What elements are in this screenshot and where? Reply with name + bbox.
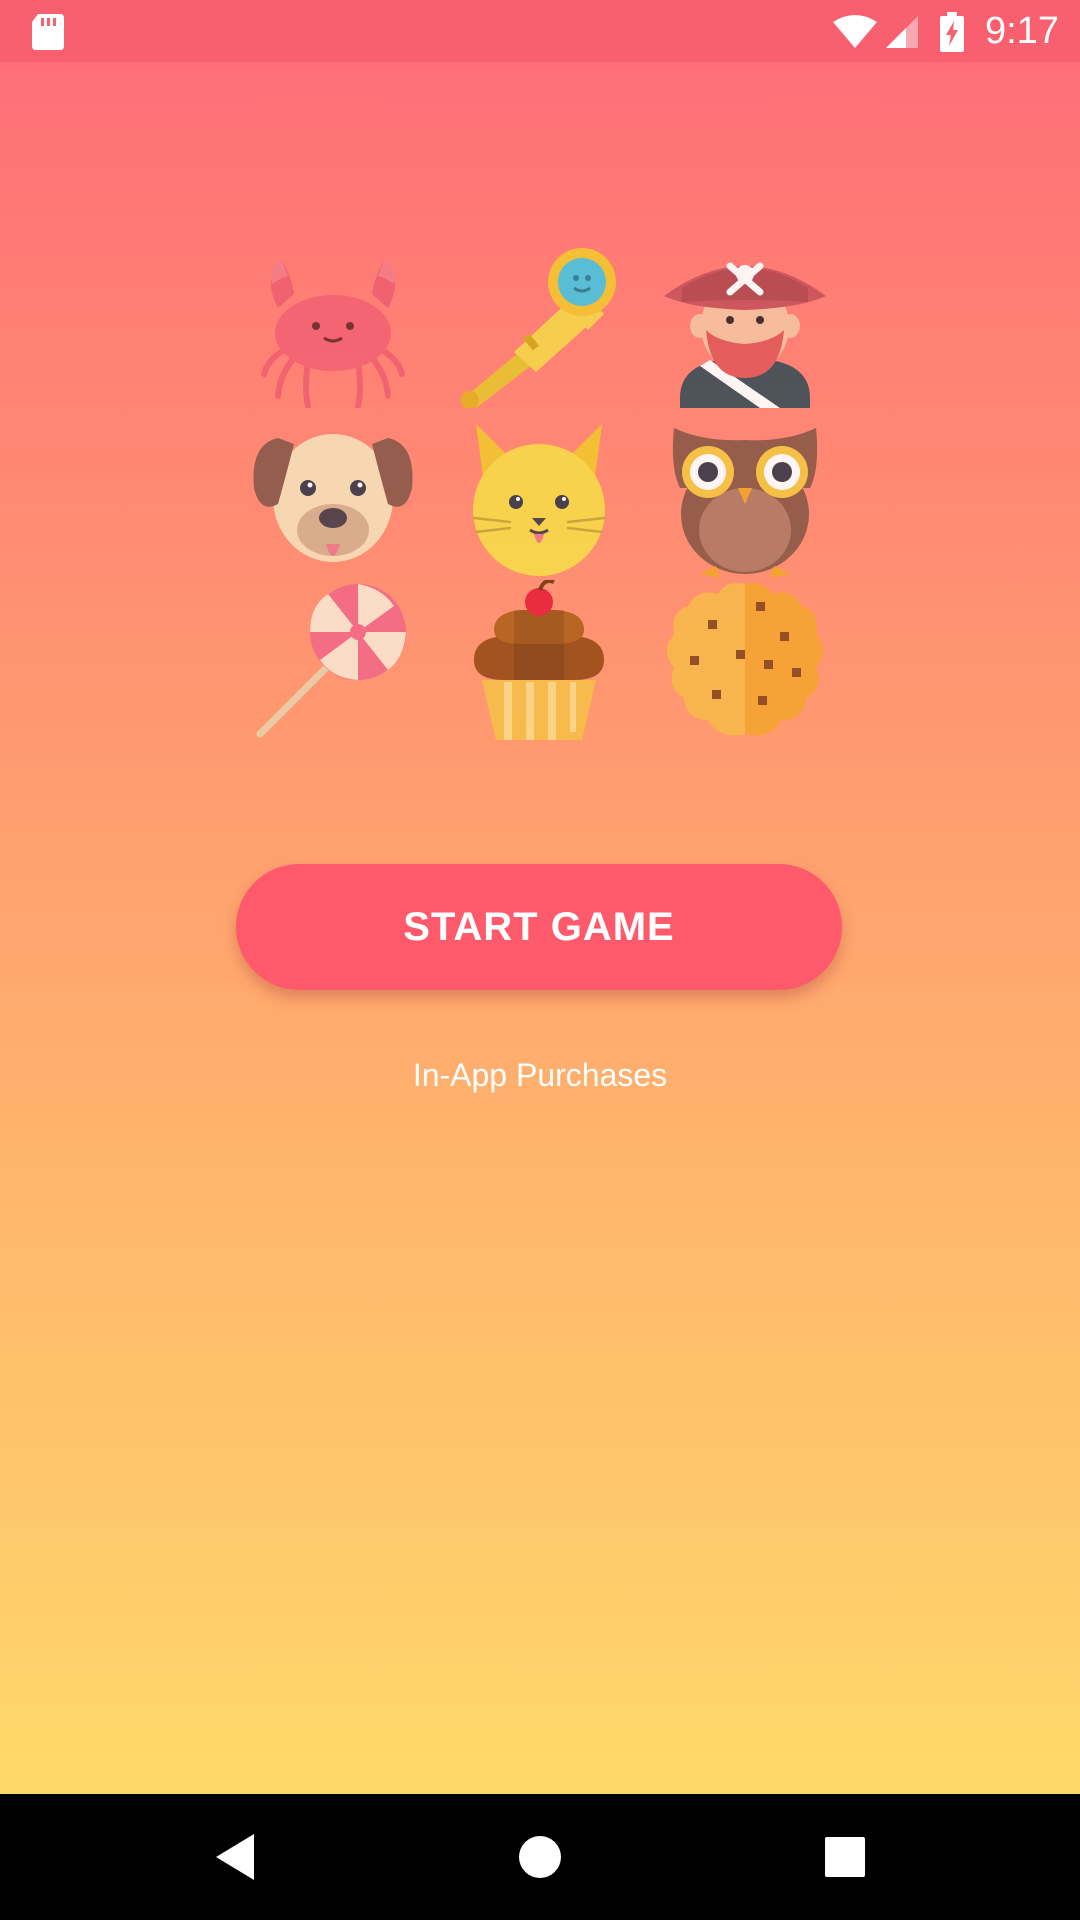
owl-icon <box>672 428 818 578</box>
status-bar: 9:17 <box>0 0 1080 62</box>
cookie-icon <box>667 583 823 736</box>
crab-icon <box>261 260 405 408</box>
telescope-icon <box>461 248 616 408</box>
status-clock: 9:17 <box>985 10 1059 52</box>
back-icon[interactable] <box>200 1822 270 1892</box>
icon-grid <box>248 248 832 748</box>
cat-icon <box>472 424 606 576</box>
main-screen: 9:17 START GAME In-App Purchases <box>0 0 1080 1920</box>
home-icon[interactable] <box>505 1822 575 1892</box>
pirate-icon <box>664 262 826 408</box>
lollipop-icon <box>256 584 406 738</box>
sd-card-icon <box>32 14 64 50</box>
in-app-purchases-link[interactable]: In-App Purchases <box>340 1050 740 1100</box>
cell-signal-icon <box>886 16 918 48</box>
dog-icon <box>253 434 413 562</box>
recents-icon[interactable] <box>810 1822 880 1892</box>
start-game-button[interactable]: START GAME <box>236 864 842 990</box>
wifi-icon <box>833 15 877 48</box>
battery-charging-icon <box>940 12 964 52</box>
navigation-bar <box>0 1794 1080 1920</box>
cupcake-icon <box>474 580 604 740</box>
